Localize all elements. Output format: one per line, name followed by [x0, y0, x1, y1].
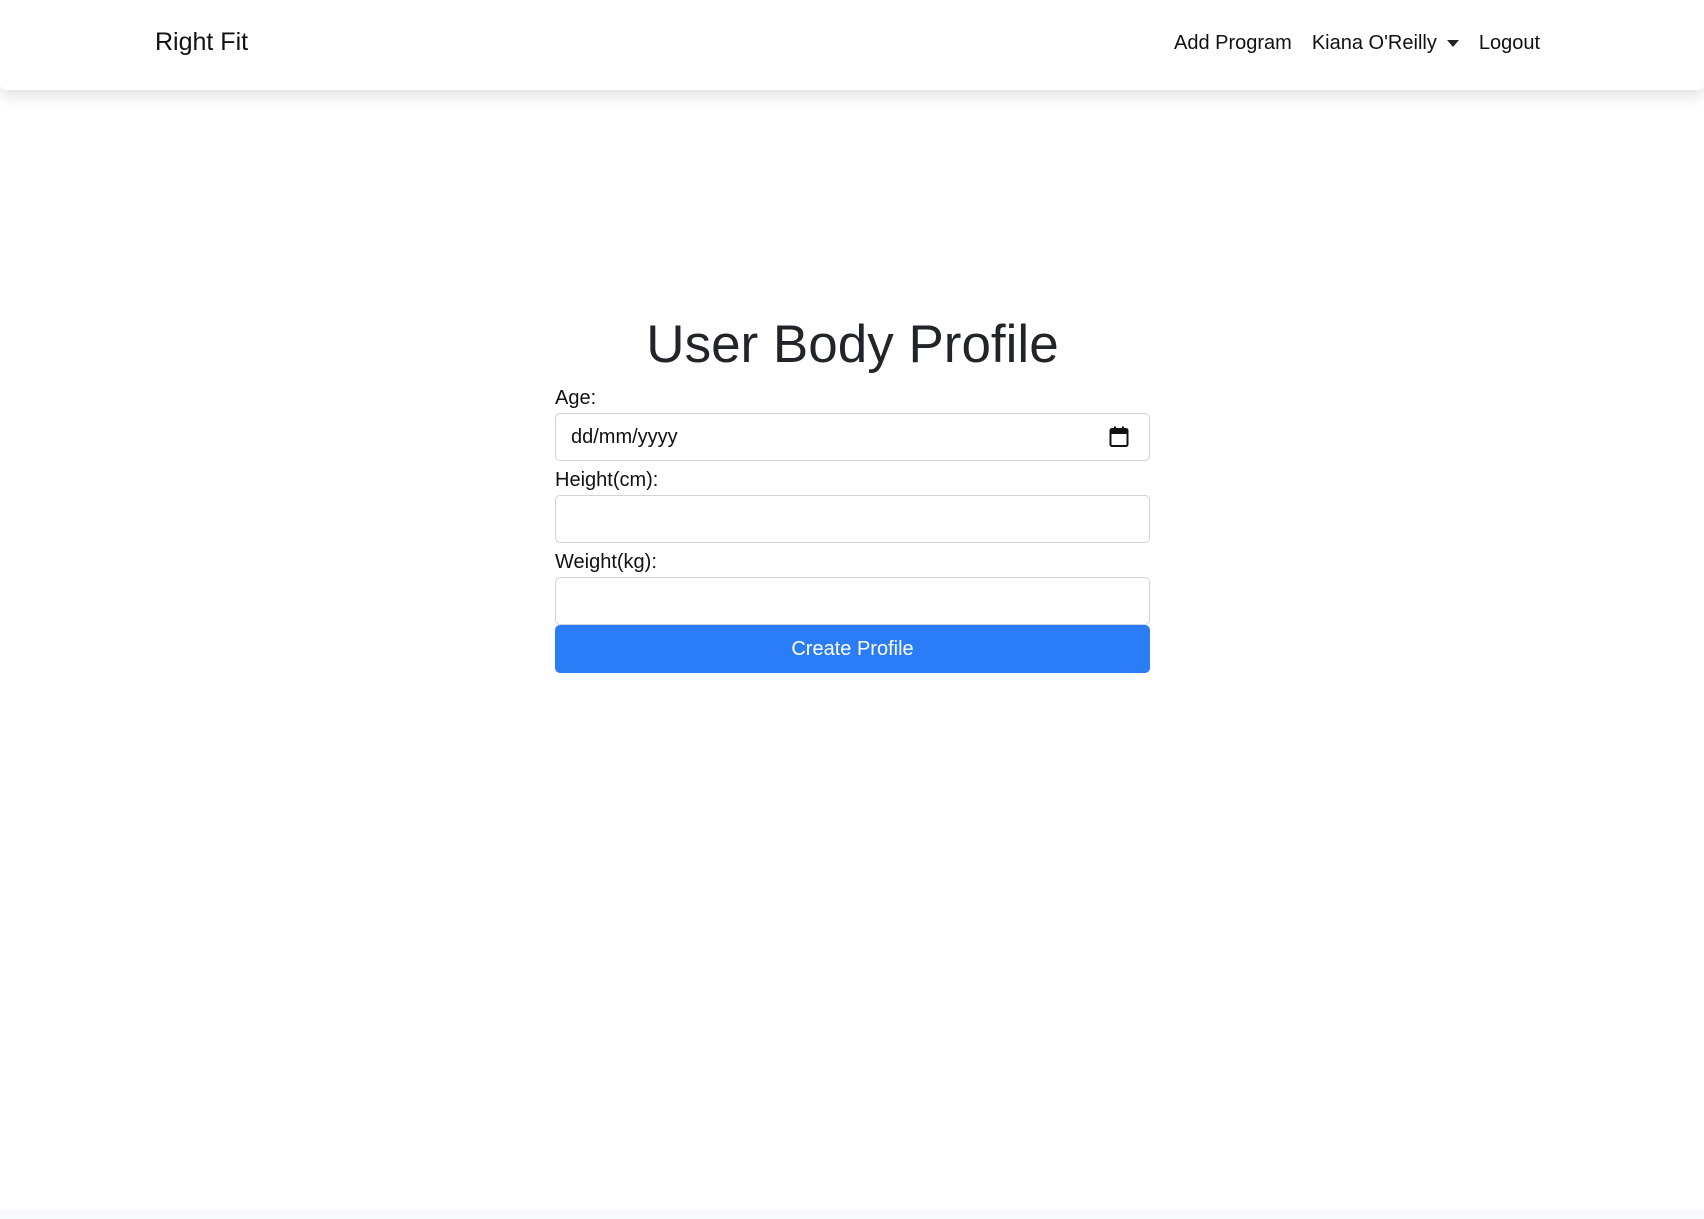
add-program-link[interactable]: Add Program — [1174, 32, 1292, 55]
height-label: Height(cm): — [555, 469, 659, 491]
create-profile-button[interactable]: Create Profile — [555, 625, 1150, 673]
page-title: User Body Profile — [646, 315, 1059, 374]
height-field-wrapper — [555, 495, 1150, 543]
logout-link[interactable]: Logout — [1479, 32, 1540, 55]
weight-field-wrapper — [555, 577, 1150, 625]
age-date-field[interactable]: dd/mm/yyyy — [555, 413, 1150, 461]
calendar-icon[interactable] — [1109, 426, 1129, 448]
weight-label: Weight(kg): — [555, 551, 657, 573]
age-date-value: dd/mm/yyyy — [571, 426, 678, 448]
age-label: Age: — [555, 387, 597, 409]
weight-input[interactable] — [556, 578, 1149, 624]
brand-link[interactable]: Right Fit — [155, 28, 248, 57]
nav-links: Add Program Kiana O'Reilly Logout — [1174, 32, 1540, 55]
profile-form-container: User Body Profile Age: dd/mm/yyyy Height… — [555, 305, 1150, 673]
user-menu-dropdown[interactable]: Kiana O'Reilly — [1312, 32, 1459, 55]
page-bottom-strip — [0, 1210, 1704, 1219]
height-input[interactable] — [556, 496, 1149, 542]
top-navbar: Right Fit Add Program Kiana O'Reilly Log… — [0, 0, 1704, 90]
chevron-down-icon — [1446, 40, 1459, 47]
user-name-label: Kiana O'Reilly — [1311, 32, 1437, 54]
